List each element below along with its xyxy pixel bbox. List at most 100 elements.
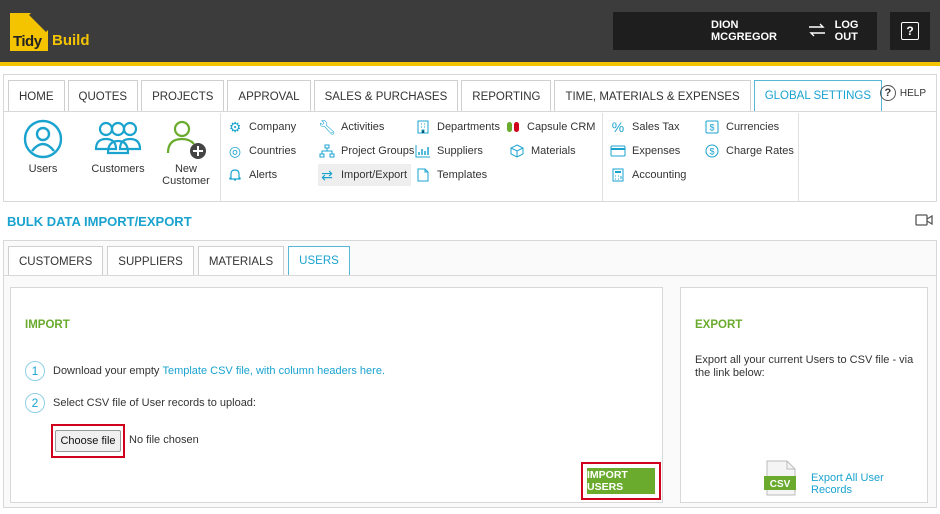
new-customer-label-line1: New	[174, 163, 197, 175]
subtab-divider	[4, 275, 936, 276]
step-download-template: 1 Download your empty Template CSV file,…	[25, 361, 385, 381]
import-title: IMPORT	[25, 319, 70, 331]
help-box[interactable]: ?	[890, 12, 930, 50]
document-icon	[414, 166, 432, 184]
dollar-circle-icon: $	[703, 142, 721, 160]
group-icon	[94, 121, 142, 155]
calculator-icon	[609, 166, 627, 184]
menu-sales-tax[interactable]: % Sales Tax	[609, 116, 680, 138]
subtab-users[interactable]: USERS	[288, 246, 350, 276]
help-label: HELP	[899, 87, 926, 99]
percent-icon: %	[611, 119, 625, 135]
menu-project-groups[interactable]: Project Groups	[318, 140, 414, 162]
menu-templates[interactable]: Templates	[414, 164, 487, 186]
logo-mark: Tidy	[10, 13, 48, 51]
user-add-icon	[166, 120, 206, 159]
menu-capsule-crm[interactable]: Capsule CRM	[504, 116, 595, 138]
svg-text:$: $	[709, 123, 714, 133]
subtab-suppliers[interactable]: SUPPLIERS	[107, 246, 194, 276]
logout-icon[interactable]	[807, 23, 827, 40]
menu-currencies-label: Currencies	[726, 121, 780, 133]
menu-expenses[interactable]: Expenses	[609, 140, 680, 162]
subtab-customers[interactable]: CUSTOMERS	[8, 246, 104, 276]
tab-projects[interactable]: PROJECTS	[141, 80, 225, 112]
header-stripe	[0, 62, 940, 66]
menu-materials[interactable]: Materials	[508, 140, 576, 162]
chart-icon	[414, 142, 432, 160]
export-description: Export all your current Users to CSV fil…	[695, 354, 914, 379]
menu-project-groups-label: Project Groups	[341, 145, 415, 157]
question-icon: ?	[879, 85, 896, 101]
menu-import-export[interactable]: ⇄ Import/Export	[318, 164, 412, 186]
tab-reporting[interactable]: REPORTING	[461, 80, 552, 112]
tab-time-materials-expenses[interactable]: TIME, MATERIALS & EXPENSES	[554, 80, 751, 112]
tab-quotes[interactable]: QUOTES	[67, 80, 139, 112]
new-customer-shortcut[interactable]: New Customer	[156, 119, 216, 187]
tab-approval[interactable]: APPROVAL	[227, 80, 311, 112]
file-status: No file chosen	[129, 434, 199, 446]
globe-icon: ◎	[228, 142, 242, 159]
menu-company[interactable]: ⚙ Company	[226, 116, 296, 138]
menu-alerts[interactable]: Alerts	[226, 164, 277, 186]
choose-file-button[interactable]: Choose file	[55, 430, 121, 452]
logo-word-build: Build	[52, 31, 90, 49]
user-name[interactable]: DION MCGREGOR	[711, 19, 793, 43]
menu-templates-label: Templates	[437, 169, 488, 181]
nav-tabs: HOME QUOTES PROJECTS APPROVAL SALES & PU…	[8, 80, 885, 112]
menu-expenses-label: Expenses	[632, 145, 681, 157]
tab-home[interactable]: HOME	[8, 80, 65, 112]
bell-icon	[226, 166, 244, 184]
customers-label: Customers	[91, 163, 145, 175]
menu-suppliers[interactable]: Suppliers	[414, 140, 483, 162]
menu-import-export-label: Import/Export	[341, 169, 408, 181]
users-shortcut[interactable]: Users	[18, 119, 68, 175]
menu-accounting[interactable]: Accounting	[609, 164, 686, 186]
step-number: 2	[25, 393, 45, 413]
users-label: Users	[28, 163, 58, 175]
exchange-icon: ⇄	[321, 166, 333, 183]
tab-sales-purchases[interactable]: SALES & PURCHASES	[313, 80, 459, 112]
file-highlight: Choose file	[51, 424, 125, 458]
menu-charge-rates[interactable]: $ Charge Rates	[703, 140, 794, 162]
step1-end: .	[381, 365, 386, 377]
logout-button[interactable]: LOG OUT	[835, 19, 877, 43]
customers-shortcut[interactable]: Customers	[88, 119, 148, 175]
menu-currencies[interactable]: $ Currencies	[703, 116, 779, 138]
export-all-users-link[interactable]: Export All User Records	[811, 472, 927, 496]
menu-accounting-label: Accounting	[632, 169, 687, 181]
import-users-button[interactable]: IMPORT USERS	[587, 468, 655, 494]
menu-activities-label: Activities	[341, 121, 385, 133]
step-select-file: 2 Select CSV file of User records to upl…	[25, 393, 256, 413]
menu-capsule-crm-label: Capsule CRM	[527, 121, 596, 133]
nav-separator	[220, 113, 221, 201]
main-navigation: HOME QUOTES PROJECTS APPROVAL SALES & PU…	[3, 74, 937, 202]
logo-word-tidy: Tidy	[13, 33, 42, 50]
card-icon	[609, 142, 627, 160]
help-icon: ?	[901, 22, 919, 40]
menu-departments-label: Departments	[437, 121, 500, 133]
tidybuild-logo[interactable]: Tidy Build	[10, 13, 90, 51]
menu-countries[interactable]: ◎ Countries	[226, 140, 296, 162]
gears-icon: ⚙	[228, 118, 242, 135]
subtab-materials[interactable]: MATERIALS	[197, 246, 285, 276]
template-csv-link[interactable]: Template CSV file, with column headers h…	[162, 365, 382, 377]
video-icon[interactable]	[915, 213, 933, 227]
menu-activities[interactable]: 🔧︎ Activities	[318, 116, 384, 138]
svg-text:$: $	[709, 147, 714, 157]
import-section: IMPORT 1 Download your empty Template CS…	[10, 287, 663, 503]
menu-alerts-label: Alerts	[249, 169, 278, 181]
help-link[interactable]: ? HELP	[879, 85, 926, 101]
nav-separator	[602, 113, 603, 201]
tab-global-settings[interactable]: GLOBAL SETTINGS	[753, 80, 882, 112]
user-circle-icon	[23, 119, 63, 159]
menu-sales-tax-label: Sales Tax	[632, 121, 680, 133]
menu-departments[interactable]: Departments	[414, 116, 500, 138]
import-export-panel: CUSTOMERS SUPPLIERS MATERIALS USERS IMPO…	[3, 240, 937, 508]
top-header: Tidy Build DION MCGREGOR LOG OUT ?	[0, 0, 940, 62]
nav-divider	[4, 111, 936, 112]
new-customer-label-line2: Customer	[162, 175, 210, 187]
menu-charge-rates-label: Charge Rates	[726, 145, 794, 157]
csv-file-icon[interactable]: CSV	[763, 460, 799, 496]
menu-countries-label: Countries	[249, 145, 297, 157]
step-number: 1	[25, 361, 45, 381]
